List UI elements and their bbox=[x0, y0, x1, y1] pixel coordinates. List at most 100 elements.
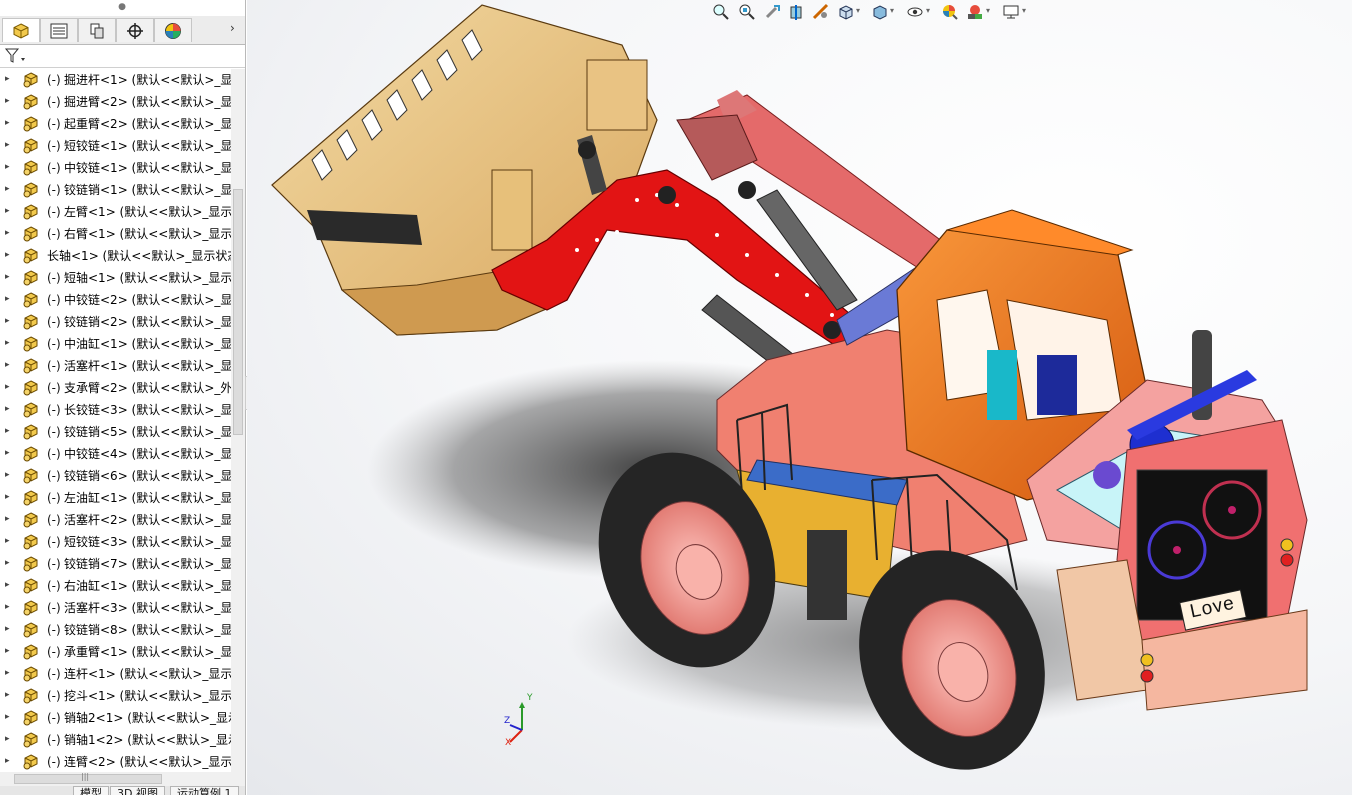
tree-item[interactable]: ▸ 左油缸<1> (默认<<默认>_显示 (-) bbox=[0, 487, 231, 509]
expand-arrow-icon[interactable]: ▸ bbox=[5, 536, 13, 546]
tree-item[interactable]: ▸ 活塞杆<3> (默认<<默认>_显示 (-) bbox=[0, 597, 231, 619]
expand-arrow-icon[interactable]: ▸ bbox=[5, 448, 13, 458]
tree-item[interactable]: ▸ 右臂<1> (默认<<默认>_显示状 (-) bbox=[0, 223, 231, 245]
tree-item-label: 连杆<1> (默认<<默认>_显示状 bbox=[64, 667, 231, 681]
scroll-thumb[interactable] bbox=[233, 189, 243, 435]
tree-item[interactable]: ▸ 短铰链<3> (默认<<默认>_显示 (-) bbox=[0, 531, 231, 553]
part-component-icon bbox=[23, 622, 38, 638]
tree-item-label: 起重臂<2> (默认<<默认>_显示 bbox=[64, 117, 231, 131]
tree-item[interactable]: ▸ 中铰链<2> (默认<<默认>_显示 (-) bbox=[0, 289, 231, 311]
tree-item[interactable]: ▸ 中油缸<1> (默认<<默认>_显示 (-) bbox=[0, 333, 231, 355]
expand-arrow-icon[interactable]: ▸ bbox=[5, 162, 13, 172]
tree-vertical-scrollbar[interactable] bbox=[231, 69, 245, 772]
feature-manager-panel: ● › ▸ 掘进杆<1> (默认<<默认>_显示 (-) ▸ 掘进臂<2> (默认<<默… bbox=[0, 0, 246, 795]
tree-item-label: 掘进臂<2> (默认<<默认>_显示 bbox=[64, 95, 231, 109]
filter-funnel-icon[interactable] bbox=[5, 48, 27, 64]
tree-item[interactable]: ▸ 铰链销<8> (默认<<默认>_显示 (-) bbox=[0, 619, 231, 641]
tree-item[interactable]: ▸ 连臂<2> (默认<<默认>_显示状 (-) bbox=[0, 751, 231, 772]
expand-arrow-icon[interactable]: ▸ bbox=[5, 734, 13, 744]
tabs-scroll-right-icon[interactable]: › bbox=[230, 21, 235, 35]
tree-item[interactable]: ▸ 活塞杆<2> (默认<<默认>_显示 (-) bbox=[0, 509, 231, 531]
graphics-viewport[interactable]: ▾ ▾ ▾ ▾ ▾ Love Y X Z bbox=[247, 0, 1352, 795]
tree-item[interactable]: ▸ 起重臂<2> (默认<<默认>_显示 (-) bbox=[0, 113, 231, 135]
expand-arrow-icon[interactable]: ▸ bbox=[5, 602, 13, 612]
tree-item-state-prefix: (-) bbox=[47, 425, 61, 439]
expand-arrow-icon[interactable]: ▸ bbox=[5, 558, 13, 568]
expand-arrow-icon[interactable]: ▸ bbox=[5, 228, 13, 238]
expand-arrow-icon[interactable]: ▸ bbox=[5, 118, 13, 128]
tree-item[interactable]: ▸ 承重臂<1> (默认<<默认>_显示 (-) bbox=[0, 641, 231, 663]
tab-model[interactable]: 模型 bbox=[73, 786, 109, 795]
expand-arrow-icon[interactable]: ▸ bbox=[5, 184, 13, 194]
tree-item[interactable]: ▸ 掘进杆<1> (默认<<默认>_显示 (-) bbox=[0, 69, 231, 91]
tab-motion-study[interactable]: 运动算例 1 bbox=[170, 786, 239, 795]
tree-item[interactable]: ▸ 铰链销<6> (默认<<默认>_显示 (-) bbox=[0, 465, 231, 487]
expand-arrow-icon[interactable]: ▸ bbox=[5, 492, 13, 502]
scroll-thumb[interactable]: ||| bbox=[14, 772, 162, 784]
expand-arrow-icon[interactable]: ▸ bbox=[5, 250, 13, 260]
tree-item[interactable]: ▸ 短轴<1> (默认<<默认>_显示状 (-) bbox=[0, 267, 231, 289]
expand-arrow-icon[interactable]: ▸ bbox=[5, 206, 13, 216]
property-list-icon bbox=[50, 23, 68, 38]
part-component-icon bbox=[23, 534, 38, 550]
tree-item[interactable]: ▸ 铰链销<7> (默认<<默认>_显示 (-) bbox=[0, 553, 231, 575]
panel-collapse-handle[interactable]: ● bbox=[112, 2, 132, 12]
tree-item[interactable]: ▸ 连杆<1> (默认<<默认>_显示状 (-) bbox=[0, 663, 231, 685]
expand-arrow-icon[interactable]: ▸ bbox=[5, 272, 13, 282]
tree-filter-bar bbox=[0, 45, 245, 68]
expand-arrow-icon[interactable]: ▸ bbox=[5, 360, 13, 370]
expand-arrow-icon[interactable]: ▸ bbox=[5, 140, 13, 150]
expand-arrow-icon[interactable]: ▸ bbox=[5, 74, 13, 84]
tree-item-state-prefix: (-) bbox=[47, 645, 61, 659]
tree-item[interactable]: ▸ 右油缸<1> (默认<<默认>_显示 (-) bbox=[0, 575, 231, 597]
dimxpert-tab[interactable] bbox=[116, 18, 154, 42]
tree-item-state-prefix: (-) bbox=[47, 139, 61, 153]
configuration-manager-tab[interactable] bbox=[78, 18, 116, 42]
loader-3d-model bbox=[271, 4, 1308, 770]
expand-arrow-icon[interactable]: ▸ bbox=[5, 404, 13, 414]
expand-arrow-icon[interactable]: ▸ bbox=[5, 294, 13, 304]
tree-item-state-prefix: (-) bbox=[47, 293, 61, 307]
tree-item-state-prefix: (-) bbox=[47, 513, 61, 527]
tree-item[interactable]: ▸ 长铰链<3> (默认<<默认>_显示 (-) bbox=[0, 399, 231, 421]
expand-arrow-icon[interactable]: ▸ bbox=[5, 426, 13, 436]
tree-item-label: 中铰链<4> (默认<<默认>_显示 bbox=[64, 447, 231, 461]
tree-item[interactable]: ▸ 销轴2<1> (默认<<默认>_显示 (-) bbox=[0, 707, 231, 729]
property-manager-tab[interactable] bbox=[40, 18, 78, 42]
feature-manager-tab[interactable] bbox=[2, 18, 40, 42]
expand-arrow-icon[interactable]: ▸ bbox=[5, 470, 13, 480]
tree-item[interactable]: ▸ 短铰链<1> (默认<<默认>_显示 (-) bbox=[0, 135, 231, 157]
tree-item[interactable]: ▸ 销轴1<2> (默认<<默认>_显示 (-) bbox=[0, 729, 231, 751]
tree-item[interactable]: ▸ 长轴<1> (默认<<默认>_显示状态 bbox=[0, 245, 231, 267]
expand-arrow-icon[interactable]: ▸ bbox=[5, 756, 13, 766]
display-manager-tab[interactable] bbox=[154, 18, 192, 42]
tree-item[interactable]: ▸ 铰链销<1> (默认<<默认>_显示 (-) bbox=[0, 179, 231, 201]
tree-item[interactable]: ▸ 支承臂<2> (默认<<默认>_外观 (-) bbox=[0, 377, 231, 399]
tree-item[interactable]: ▸ 中铰链<4> (默认<<默认>_显示 (-) bbox=[0, 443, 231, 465]
expand-arrow-icon[interactable]: ▸ bbox=[5, 580, 13, 590]
tree-item[interactable]: ▸ 铰链销<2> (默认<<默认>_显示 (-) bbox=[0, 311, 231, 333]
tree-item[interactable]: ▸ 左臂<1> (默认<<默认>_显示状 (-) bbox=[0, 201, 231, 223]
configuration-icon bbox=[90, 23, 104, 38]
tree-item[interactable]: ▸ 铰链销<5> (默认<<默认>_显示 (-) bbox=[0, 421, 231, 443]
tree-item[interactable]: ▸ 活塞杆<1> (默认<<默认>_显示 (-) bbox=[0, 355, 231, 377]
expand-arrow-icon[interactable]: ▸ bbox=[5, 316, 13, 326]
expand-arrow-icon[interactable]: ▸ bbox=[5, 646, 13, 656]
tree-item-label: 铰链销<8> (默认<<默认>_显示 bbox=[64, 623, 231, 637]
tree-item[interactable]: ▸ 掘进臂<2> (默认<<默认>_显示 (-) bbox=[0, 91, 231, 113]
tree-item-state-prefix: (-) bbox=[47, 535, 61, 549]
expand-arrow-icon[interactable]: ▸ bbox=[5, 712, 13, 722]
expand-arrow-icon[interactable]: ▸ bbox=[5, 514, 13, 524]
tree-item[interactable]: ▸ 挖斗<1> (默认<<默认>_显示状 (-) bbox=[0, 685, 231, 707]
tree-item-state-prefix: (-) bbox=[47, 733, 61, 747]
tree-horizontal-scrollbar[interactable]: ||| bbox=[0, 772, 245, 786]
expand-arrow-icon[interactable]: ▸ bbox=[5, 624, 13, 634]
tree-item-state-prefix: (-) bbox=[47, 557, 61, 571]
expand-arrow-icon[interactable]: ▸ bbox=[5, 338, 13, 348]
expand-arrow-icon[interactable]: ▸ bbox=[5, 382, 13, 392]
tab-3d-view[interactable]: 3D 视图 bbox=[110, 786, 165, 795]
expand-arrow-icon[interactable]: ▸ bbox=[5, 668, 13, 678]
expand-arrow-icon[interactable]: ▸ bbox=[5, 690, 13, 700]
expand-arrow-icon[interactable]: ▸ bbox=[5, 96, 13, 106]
tree-item[interactable]: ▸ 中铰链<1> (默认<<默认>_显示 (-) bbox=[0, 157, 231, 179]
